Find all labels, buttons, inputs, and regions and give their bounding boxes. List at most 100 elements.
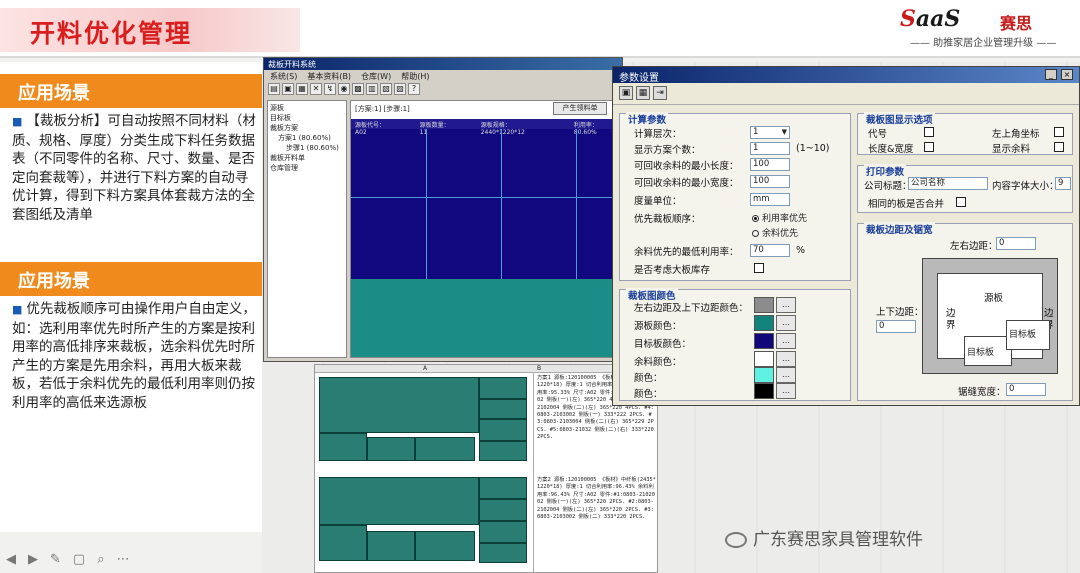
margin-color-picker-button[interactable]: …: [776, 297, 796, 313]
calc-level-select[interactable]: 1 ▼: [750, 126, 790, 139]
presenter-toolbar: ◀ ▶ ✎ ▢ ⌕ ⋯: [0, 552, 220, 572]
show-remnant-checkbox[interactable]: [1054, 142, 1064, 152]
window-title: 裁板开料系统: [264, 58, 622, 70]
scene-text-1: ■ 【裁板分析】可自动按照不同材料（材质、规格、厚度）分类生成下料任务数据表（不同…: [12, 113, 256, 223]
remnant-color-picker-button[interactable]: …: [776, 351, 796, 367]
cut-line: [426, 129, 427, 279]
cutting-workspace: [方案:1] [步骤:1] 产生领料单 源板代号：A02 源板数量：11 源板规…: [350, 100, 620, 358]
menu-warehouse[interactable]: 仓库(W): [361, 71, 391, 81]
min-length-input[interactable]: 100: [750, 158, 790, 171]
tree-item-cutting-list[interactable]: 裁板开料单: [270, 153, 344, 163]
scheme-label: [方案:1] [步骤:1] 产生领料单: [351, 101, 619, 117]
cut-part: [319, 525, 367, 561]
more-icon[interactable]: ⋯: [116, 552, 129, 572]
target-color-swatch[interactable]: [754, 333, 774, 349]
sheet-divider: [533, 373, 534, 573]
coord-checkbox[interactable]: [1054, 127, 1064, 137]
save-icon[interactable]: ▣: [282, 83, 294, 95]
slide-header: 开料优化管理 SaaS 赛思 —— 助推家居企业管理升级 ——: [0, 0, 1080, 58]
cut-part: [479, 499, 527, 521]
unit-input[interactable]: mm: [750, 193, 790, 206]
tree-item-cutting-scheme[interactable]: 裁板方案: [270, 123, 344, 133]
parameter-settings-dialog: 参数设置 _ × ▣ ▦ ⇥ 计算参数 计算层次： 1 ▼ 显示方案个数： 1 (…: [612, 66, 1080, 406]
generate-material-order-button[interactable]: 产生领料单: [553, 102, 607, 115]
grid-icon[interactable]: ▩: [352, 83, 364, 95]
menu-bar: 系统(S) 基本资料(B) 仓库(W) 帮助(H): [264, 70, 622, 82]
remnant-color-swatch[interactable]: [754, 351, 774, 367]
logo-wordmark: SaaS: [900, 6, 961, 32]
prev-slide-icon[interactable]: ◀: [6, 552, 16, 572]
line-color-picker-button[interactable]: …: [776, 383, 796, 399]
cut-part: [479, 521, 527, 543]
next-slide-icon[interactable]: ▶: [28, 552, 38, 572]
min-width-input[interactable]: 100: [750, 175, 790, 188]
navigation-tree: 源板 目标板 裁板方案 方案1 (80.60%) 步骤1 (80.60%) 裁板…: [267, 100, 347, 358]
big-board-checkbox[interactable]: [754, 263, 764, 273]
menu-basic-data[interactable]: 基本资料(B): [307, 71, 351, 81]
radio-remnant-first[interactable]: 余料优先: [752, 226, 798, 239]
delete-icon[interactable]: ✕: [310, 83, 322, 95]
print-icon[interactable]: ▤: [268, 83, 280, 95]
cutting-board-diagram: 源板代号：A02 源板数量：11 源板规格：2440*1220*12 利用率：8…: [351, 119, 619, 279]
cutting-report-sheet: A B 方案1 源板:120100005 《板材》中纤板(2435*1220*1…: [314, 364, 658, 573]
tree-item-warehouse[interactable]: 仓库管理: [270, 163, 344, 173]
length-width-checkbox[interactable]: [924, 142, 934, 152]
report-icon[interactable]: ▧: [380, 83, 392, 95]
close-button[interactable]: ×: [1061, 69, 1073, 80]
highlight-color-picker-button[interactable]: …: [776, 367, 796, 383]
cut-line: [501, 129, 502, 279]
run-icon[interactable]: ↯: [324, 83, 336, 95]
wechat-icon: [725, 532, 747, 548]
lr-margin-input[interactable]: 0: [996, 237, 1036, 250]
minimize-button[interactable]: _: [1045, 69, 1057, 80]
help-icon[interactable]: ?: [408, 83, 420, 95]
target-board-diagram-2: 目标板: [1006, 320, 1050, 350]
cut-part: [479, 399, 527, 419]
code-checkbox[interactable]: [924, 127, 934, 137]
zoom-icon[interactable]: ⌕: [97, 552, 104, 572]
camera-icon[interactable]: ◉: [338, 83, 350, 95]
display-options-group: 裁板图显示选项 代号 左上角坐标 长度&宽度 显示余料: [857, 112, 1073, 155]
target-color-picker-button[interactable]: …: [776, 333, 796, 349]
export-icon[interactable]: ▨: [394, 83, 406, 95]
screen-icon[interactable]: ▢: [73, 552, 85, 572]
cut-part: [479, 441, 527, 461]
chart-icon[interactable]: ▥: [366, 83, 378, 95]
calc-params-group: 计算参数 计算层次： 1 ▼ 显示方案个数： 1 (1~10) 可回收余料的最小长…: [619, 112, 851, 281]
font-size-input[interactable]: 9: [1055, 177, 1071, 190]
save-icon[interactable]: ▣: [619, 86, 633, 100]
palette-icon[interactable]: ▦: [636, 86, 650, 100]
cut-part: [479, 543, 527, 563]
scene-heading-2: 应用场景: [0, 262, 262, 296]
tb-margin-input[interactable]: 0: [876, 320, 916, 333]
margin-color-swatch[interactable]: [754, 297, 774, 313]
cut-part: [319, 433, 367, 461]
source-color-picker-button[interactable]: …: [776, 315, 796, 331]
dialog-title: 参数设置 _ ×: [613, 67, 1079, 84]
tree-item-scheme-1[interactable]: 方案1 (80.60%): [270, 133, 344, 143]
highlight-color-swatch[interactable]: [754, 367, 774, 383]
menu-help[interactable]: 帮助(H): [401, 71, 429, 81]
bullet-icon: ■: [12, 303, 23, 316]
tree-item-step-1[interactable]: 步骤1 (80.60%): [270, 143, 344, 153]
line-color-swatch[interactable]: [754, 383, 774, 399]
merge-boards-checkbox[interactable]: [956, 197, 966, 207]
cut-part: [479, 419, 527, 441]
source-color-swatch[interactable]: [754, 315, 774, 331]
cut-part: [479, 477, 527, 499]
pen-icon[interactable]: ✎: [50, 552, 61, 572]
exit-icon[interactable]: ⇥: [653, 86, 667, 100]
tree-item-source-board[interactable]: 源板: [270, 103, 344, 113]
radio-utilization-first[interactable]: 利用率优先: [752, 211, 807, 224]
left-text-panel: 应用场景 ■ 【裁板分析】可自动按照不同材料（材质、规格、厚度）分类生成下料任务数…: [0, 62, 262, 532]
menu-system[interactable]: 系统(S): [270, 71, 297, 81]
toolbar: ▤ ▣ ▦ ✕ ↯ ◉ ▩ ▥ ▧ ▨ ?: [264, 82, 622, 98]
logo-chinese-name: 赛思: [1000, 14, 1033, 33]
saw-width-input[interactable]: 0: [1006, 383, 1046, 396]
remnant-rate-input[interactable]: 70: [750, 244, 790, 257]
table-icon[interactable]: ▦: [296, 83, 308, 95]
scheme-count-input[interactable]: 1: [750, 142, 790, 155]
cut-part: [367, 531, 415, 561]
tree-item-target-board[interactable]: 目标板: [270, 113, 344, 123]
company-title-input[interactable]: 公司名称: [908, 177, 988, 190]
